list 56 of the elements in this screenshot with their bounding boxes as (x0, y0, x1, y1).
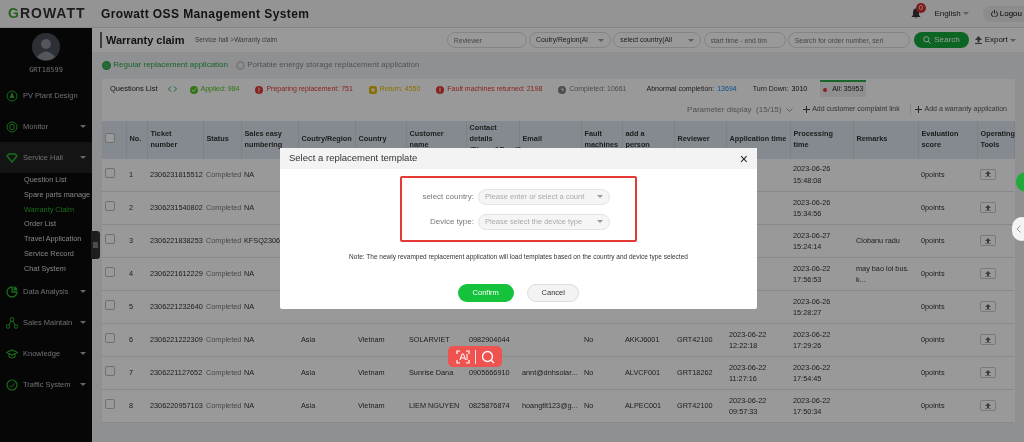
upload-button[interactable] (980, 334, 996, 346)
row-checkbox[interactable] (105, 300, 115, 311)
menu-icon (93, 242, 98, 248)
upload-button[interactable] (980, 367, 996, 379)
diamond-icon (6, 151, 18, 164)
upload-button[interactable] (980, 235, 996, 247)
row-checkbox[interactable] (105, 201, 115, 212)
upload-icon (985, 204, 991, 211)
upload-icon (985, 303, 991, 310)
power-icon (990, 10, 998, 17)
upload-button[interactable] (980, 400, 996, 412)
upload-button[interactable] (980, 202, 996, 214)
field-label: Device type: (428, 215, 474, 228)
plus-icon (802, 106, 810, 113)
plant-icon (6, 89, 18, 102)
search-button[interactable]: Search (914, 32, 969, 48)
field-label: select country: (421, 190, 474, 203)
row-checkbox[interactable] (105, 399, 115, 410)
chevron-left-icon (1016, 225, 1021, 233)
export-dropdown[interactable]: Export (975, 34, 1016, 46)
monitor-icon (6, 120, 18, 133)
upload-icon (985, 237, 991, 244)
circle-check-icon (6, 378, 18, 391)
network-icon (6, 316, 18, 329)
row-checkbox[interactable] (105, 267, 115, 278)
text-scan-icon[interactable] (455, 349, 470, 364)
row-checkbox[interactable] (105, 168, 115, 179)
pie-chart-icon (6, 285, 18, 298)
avatar (32, 32, 60, 61)
upload-icon (985, 270, 991, 277)
language-dropdown[interactable]: English (934, 7, 969, 20)
search-icon (923, 36, 932, 44)
page-title: Warranty claim (100, 31, 185, 49)
code-icon[interactable] (167, 85, 177, 92)
logout-button[interactable]: Logou (982, 5, 1024, 22)
search-icon[interactable] (480, 349, 495, 364)
graduation-cap-icon (6, 347, 18, 360)
radio-option[interactable]: Regular replacement application (102, 59, 228, 72)
plus-icon (915, 106, 923, 113)
upload-button[interactable] (980, 168, 996, 180)
upload-icon (985, 402, 991, 409)
upload-button[interactable] (980, 268, 996, 280)
sidebar-toggle[interactable] (91, 231, 100, 259)
upload-icon (975, 36, 983, 44)
upload-icon (985, 336, 991, 343)
select-all-checkbox[interactable] (105, 132, 115, 143)
upload-icon (985, 369, 991, 376)
logo: GROWATT (8, 4, 87, 23)
parameter-display-dropdown[interactable]: Parameter display (15/15) (687, 103, 793, 116)
row-checkbox[interactable] (105, 333, 115, 344)
upload-button[interactable] (980, 301, 996, 313)
upload-icon (985, 171, 991, 178)
chevron-down-icon (785, 107, 793, 112)
app-title: Growatt OSS Management System (101, 5, 310, 23)
row-checkbox[interactable] (105, 366, 115, 377)
row-checkbox[interactable] (105, 234, 115, 245)
